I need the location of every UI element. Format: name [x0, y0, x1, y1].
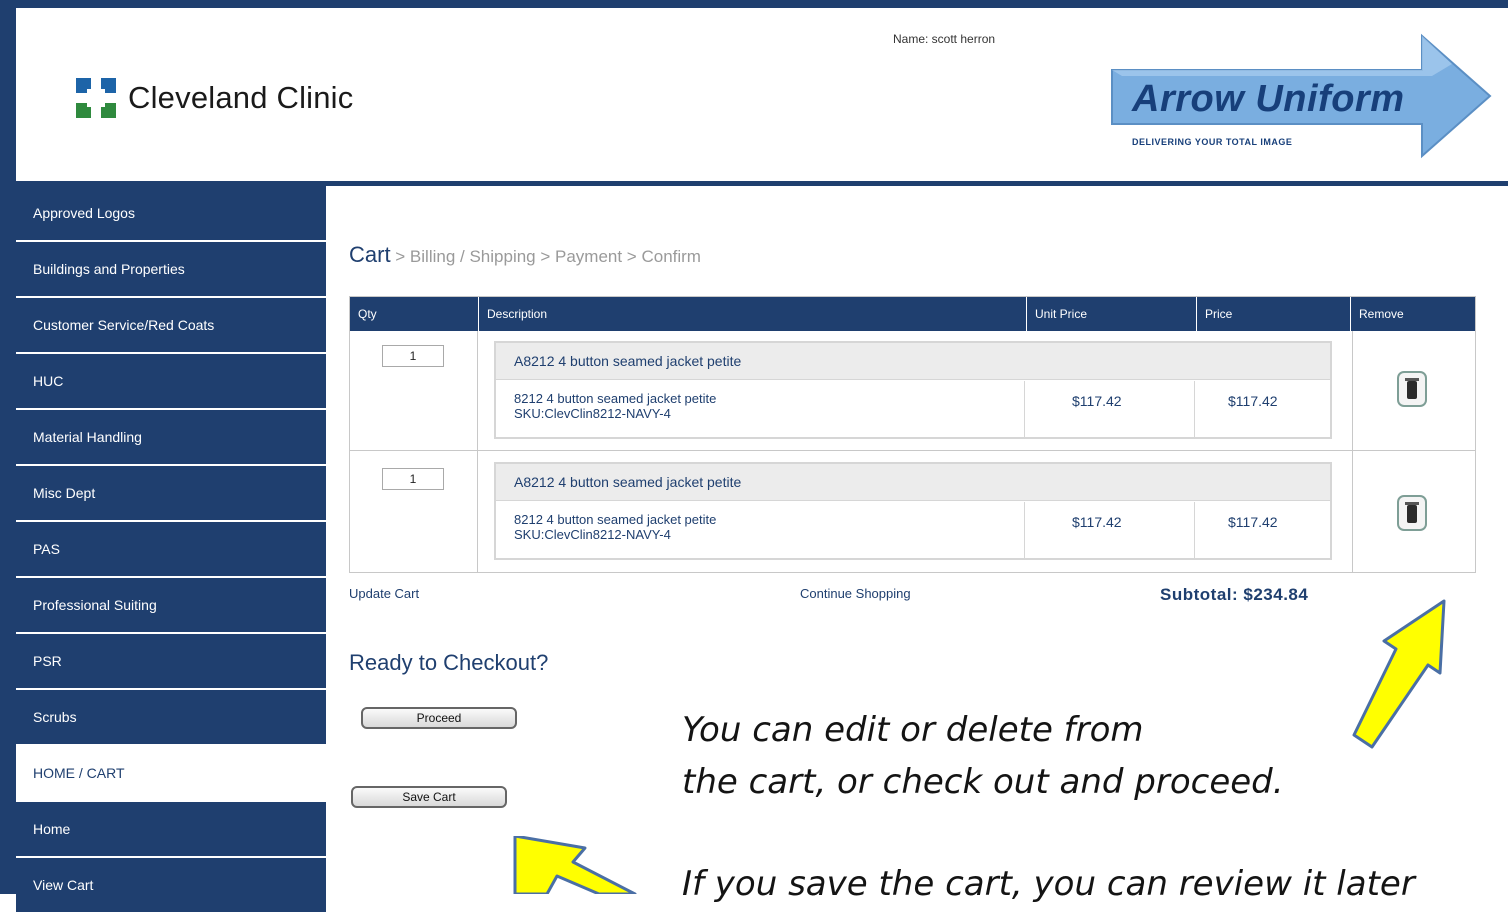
sidebar-nav: Approved Logos Buildings and Properties … — [16, 186, 326, 914]
column-header-price: Price — [1196, 297, 1350, 331]
instruction-note-line: the cart, or check out and proceed. — [682, 762, 1284, 802]
sidebar-item-label: Scrubs — [33, 709, 77, 725]
sidebar-item-label: Misc Dept — [33, 485, 96, 501]
cart-item: A8212 4 button seamed jacket petite 8212… — [494, 341, 1332, 439]
sidebar-item-label: HUC — [33, 373, 64, 389]
breadcrumb-rest: > Billing / Shipping > Payment > Confirm — [390, 247, 701, 266]
save-cart-button[interactable]: Save Cart — [351, 786, 507, 808]
cell-divider — [1194, 502, 1195, 558]
column-divider — [1352, 331, 1353, 572]
ready-to-checkout-heading: Ready to Checkout? — [349, 650, 549, 675]
trash-icon — [1407, 505, 1417, 523]
update-cart-link[interactable]: Update Cart — [349, 586, 419, 601]
sidebar-item-label: PSR — [33, 653, 62, 669]
column-header-description: Description — [478, 297, 1026, 331]
user-name: Name: scott herron — [893, 32, 996, 46]
column-header-remove: Remove — [1350, 297, 1475, 331]
item-sku: SKU:ClevClin8212-NAVY-4 — [514, 527, 671, 542]
sidebar-item-material-handling[interactable]: Material Handling — [16, 410, 326, 464]
quantity-input[interactable] — [382, 468, 444, 490]
sidebar-item-approved-logos[interactable]: Approved Logos — [16, 186, 326, 240]
sidebar-item-label: Material Handling — [33, 429, 142, 445]
cart-table: Qty Description Unit Price Price Remove … — [349, 296, 1476, 573]
quantity-input[interactable] — [382, 345, 444, 367]
item-description-line: 8212 4 button seamed jacket petite — [514, 512, 717, 527]
cell-divider — [1024, 381, 1025, 437]
callout-arrow-up-left-icon — [513, 836, 637, 894]
subtotal: Subtotal: $234.84 — [1160, 585, 1309, 604]
unit-price: $117.42 — [1072, 514, 1122, 530]
line-price: $117.42 — [1228, 514, 1278, 530]
instruction-note-save: If you save the cart, you can review it … — [682, 864, 1415, 904]
arrow-uniform-logo: Arrow Uniform DELIVERING YOUR TOTAL IMAG… — [1092, 26, 1492, 166]
cart-item: A8212 4 button seamed jacket petite 8212… — [494, 462, 1332, 560]
item-title: A8212 4 button seamed jacket petite — [496, 464, 1330, 501]
proceed-button[interactable]: Proceed — [361, 707, 517, 729]
row-divider — [350, 450, 1475, 451]
sidebar-item-label: PAS — [33, 541, 60, 557]
remove-item-button[interactable] — [1397, 371, 1427, 407]
sidebar-item-scrubs[interactable]: Scrubs — [16, 690, 326, 744]
sidebar-item-label: Approved Logos — [33, 205, 135, 221]
sidebar-item-pas[interactable]: PAS — [16, 522, 326, 576]
callout-arrow-up-right-icon — [1352, 599, 1446, 749]
arrow-logo-title: Arrow Uniform — [1132, 78, 1405, 120]
sidebar-item-customer-service[interactable]: Customer Service/Red Coats — [16, 298, 326, 352]
sidebar-item-view-cart[interactable]: View Cart — [16, 858, 326, 912]
sidebar-item-huc[interactable]: HUC — [16, 354, 326, 408]
sidebar-item-label: Buildings and Properties — [33, 261, 185, 277]
sidebar-section-label: HOME / CART — [33, 765, 125, 781]
item-sku: SKU:ClevClin8212-NAVY-4 — [514, 406, 671, 421]
cleveland-clinic-logo[interactable]: Cleveland Clinic — [76, 78, 353, 118]
sidebar-item-professional-suiting[interactable]: Professional Suiting — [16, 578, 326, 632]
sidebar-item-label: View Cart — [33, 877, 94, 893]
item-description: 8212 4 button seamed jacket petite SKU:C… — [514, 391, 716, 421]
item-description-line: 8212 4 button seamed jacket petite — [514, 391, 717, 406]
item-description: 8212 4 button seamed jacket petite SKU:C… — [514, 512, 716, 542]
cleveland-clinic-logo-icon — [76, 78, 116, 118]
sidebar-item-label: Home — [33, 821, 71, 837]
instruction-note: You can edit or delete from the cart, or… — [682, 704, 1284, 808]
sidebar-section-home-cart: HOME / CART — [16, 746, 326, 800]
item-title: A8212 4 button seamed jacket petite — [496, 343, 1330, 380]
cell-divider — [1194, 381, 1195, 437]
trash-icon — [1407, 381, 1417, 399]
sidebar-item-label: Professional Suiting — [33, 597, 157, 613]
unit-price: $117.42 — [1072, 393, 1122, 409]
sidebar-item-psr[interactable]: PSR — [16, 634, 326, 688]
logo-text: Cleveland Clinic — [128, 80, 354, 115]
sidebar-item-misc-dept[interactable]: Misc Dept — [16, 466, 326, 520]
cell-divider — [1024, 502, 1025, 558]
continue-shopping-link[interactable]: Continue Shopping — [800, 586, 911, 601]
frame-top-border — [0, 0, 1508, 8]
line-price: $117.42 — [1228, 393, 1278, 409]
instruction-note-line: You can edit or delete from — [682, 710, 1144, 750]
column-header-unit-price: Unit Price — [1026, 297, 1196, 331]
sidebar-item-label: Customer Service/Red Coats — [33, 317, 215, 333]
frame-left-border — [0, 0, 16, 894]
column-divider — [477, 331, 478, 572]
sidebar-item-buildings[interactable]: Buildings and Properties — [16, 242, 326, 296]
column-header-qty: Qty — [350, 297, 478, 331]
breadcrumb-current: Cart — [349, 242, 391, 267]
remove-item-button[interactable] — [1397, 495, 1427, 531]
arrow-logo-tagline: DELIVERING YOUR TOTAL IMAGE — [1132, 137, 1293, 147]
sidebar-item-home[interactable]: Home — [16, 802, 326, 856]
checkout-breadcrumb: Cart > Billing / Shipping > Payment > Co… — [349, 242, 701, 268]
